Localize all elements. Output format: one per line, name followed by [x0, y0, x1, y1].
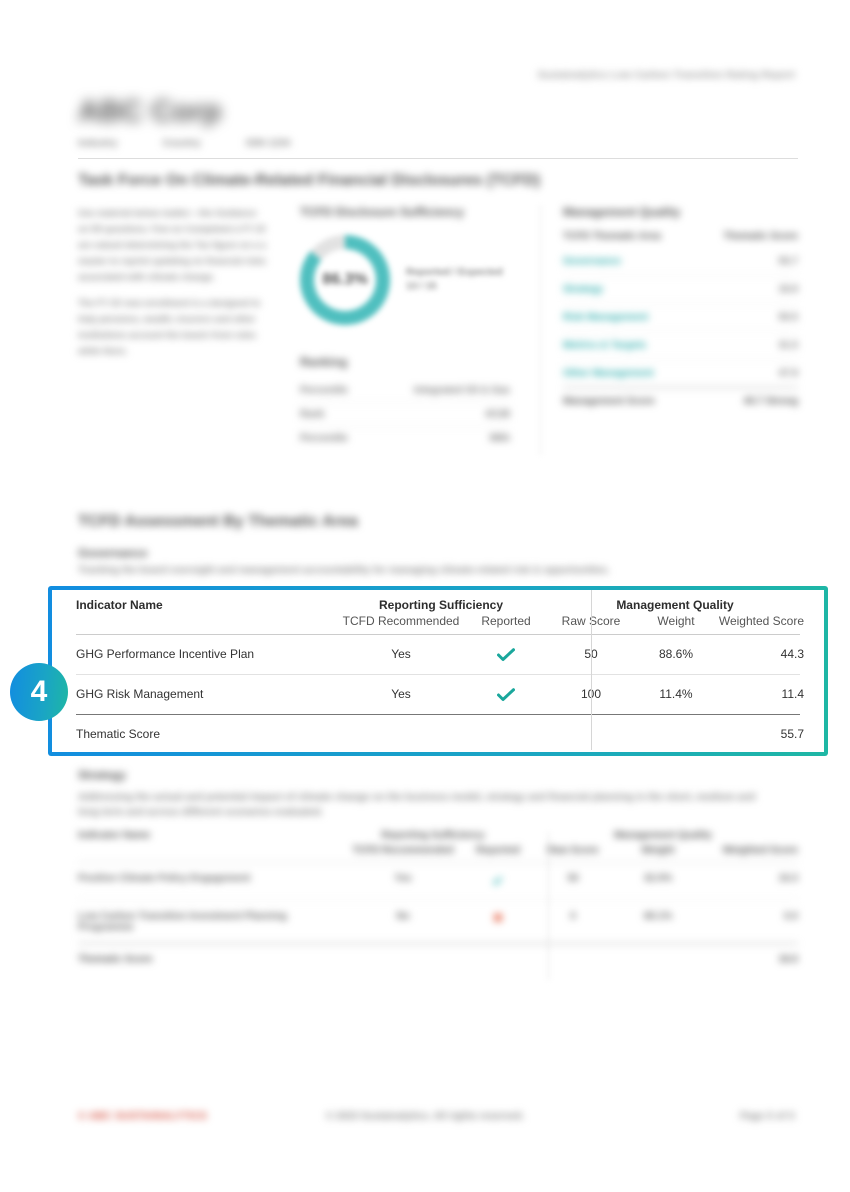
governance-table: Indicator Name Reporting Sufficiency Man… [52, 590, 824, 741]
cell-recommended: Yes [336, 647, 466, 661]
cell-weighted-score: 11.4 [716, 687, 804, 701]
col-group-reporting: Reporting Sufficiency [336, 598, 546, 612]
col-indicator: Indicator Name [76, 598, 336, 612]
cell-recommended: Yes [336, 687, 466, 701]
callout-badge-4: 4 [10, 663, 68, 721]
donut-chart-wrap: 86.3% Reported / Expected 13 / 15 [300, 235, 510, 325]
company-meta: Industry Country ISIN 1234 [78, 138, 290, 149]
cell-weight: 11.4% [636, 687, 716, 701]
meta-divider [78, 158, 798, 159]
intro-para-2: The FY 2X new enrollment is a designed t… [78, 295, 268, 359]
strategy-table: Indicator Name Reporting Sufficiency Man… [78, 830, 798, 965]
footer-page: Page X of X [740, 1111, 795, 1122]
footer-brand: © ABC SUSTAINALYTICS [78, 1111, 207, 1122]
mq-total: Management Score40.7 Strong [563, 388, 798, 407]
section-thematic-title: TCFD Assessment By Thematic Area [78, 513, 358, 531]
mq-row: Governance55.7 [563, 248, 798, 276]
cell-weighted-score: 44.3 [716, 647, 804, 661]
col-tcfd-recommended: TCFD Recommended [336, 614, 466, 628]
vertical-divider [540, 205, 541, 455]
donut-percent: 86.3% [322, 271, 367, 289]
section-tcfd-intro: Use material below matter––the Guidance … [78, 205, 268, 369]
meta-industry: Industry [78, 138, 117, 149]
st-header-sub: TCFD Recommended Reported Raw Score Weig… [78, 845, 798, 863]
mq-row: Metrics & Targets31.5 [563, 332, 798, 360]
checkmark-icon: ✔ [492, 873, 504, 889]
col-reported: Reported [466, 614, 546, 628]
section-tcfd-title: Task Force On Climate-Related Financial … [78, 172, 540, 190]
col-weighted-score: Weighted Score [716, 614, 804, 628]
management-quality-title: Management Quality [563, 205, 798, 219]
footer-copyright: © 2023 Sustainalytics. All rights reserv… [326, 1111, 524, 1122]
mq-rows: Governance55.7 Strategy16.9 Risk Managem… [563, 248, 798, 407]
ranking-row: PercentileIntegrated Oil & Gas [300, 379, 510, 403]
table-footer: Thematic Score 55.7 [76, 715, 800, 741]
ranking-title: Ranking [300, 355, 510, 369]
meta-isin: ISIN 1234 [246, 138, 290, 149]
col-group-management: Management Quality [546, 598, 804, 612]
indicator-name: GHG Risk Management [76, 687, 336, 701]
donut-label-1: Reported / Expected [406, 266, 503, 280]
ranking-row: Rank4/138 [300, 403, 510, 427]
intro-para-1: Use material below matter––the Guidance … [78, 205, 268, 285]
management-quality-block: Management Quality TCFD Thematic Area Th… [563, 205, 798, 407]
cell-reported [466, 687, 546, 702]
checkmark-icon [497, 648, 515, 662]
strategy-label: Strategy [78, 768, 126, 782]
table-row: GHG Performance Incentive Plan Yes 50 88… [76, 635, 800, 675]
strategy-desc: Addressing the actual and potential impa… [78, 790, 778, 820]
highlight-frame: Indicator Name Reporting Sufficiency Man… [48, 586, 828, 756]
ranking-row: Percentile98th [300, 427, 510, 450]
mq-row: Other Management47.9 [563, 360, 798, 388]
cell-reported [466, 647, 546, 662]
thematic-score-label: Thematic Score [76, 727, 336, 741]
st-footer: Thematic Score 16.0 [78, 944, 798, 965]
st-row: Positive Climate Policy Engagement Yes ✔… [78, 863, 798, 901]
mq-header: TCFD Thematic Area Thematic Score [563, 231, 798, 242]
doc-header-right: Sustainalytics Low Carbon Transition Rat… [538, 70, 795, 81]
indicator-name: GHG Performance Incentive Plan [76, 647, 336, 661]
disclosure-sufficiency-block: TCFD Disclosure Sufficiency 86.3% Report… [300, 205, 510, 450]
table-header-sub: TCFD Recommended Reported Raw Score Weig… [76, 614, 800, 635]
donut-chart: 86.3% [300, 235, 390, 325]
mq-row: Risk Management50.5 [563, 304, 798, 332]
cross-icon: ✖ [493, 911, 503, 925]
donut-labels: Reported / Expected 13 / 15 [406, 266, 503, 294]
mq-row: Strategy16.9 [563, 276, 798, 304]
company-name: ABC Corp [78, 95, 221, 129]
table-header-top: Indicator Name Reporting Sufficiency Man… [76, 598, 800, 612]
col-weight: Weight [636, 614, 716, 628]
ranking-table: PercentileIntegrated Oil & Gas Rank4/138… [300, 379, 510, 450]
governance-desc: Tracking the board oversight and managem… [78, 565, 678, 576]
meta-country: Country [162, 138, 200, 149]
st-row: Low Carbon Transition Investment Plannin… [78, 901, 798, 944]
cell-weight: 88.6% [636, 647, 716, 661]
thematic-score-value: 55.7 [716, 727, 804, 741]
st-header-top: Indicator Name Reporting Sufficiency Man… [78, 830, 798, 841]
checkmark-icon [497, 688, 515, 702]
st-vertical-divider [548, 832, 549, 980]
table-row: GHG Risk Management Yes 100 11.4% 11.4 [76, 675, 800, 715]
governance-label: Governance [78, 546, 147, 560]
table-vertical-divider [591, 590, 592, 750]
disclosure-sufficiency-title: TCFD Disclosure Sufficiency [300, 205, 510, 219]
donut-label-2: 13 / 15 [406, 280, 503, 294]
